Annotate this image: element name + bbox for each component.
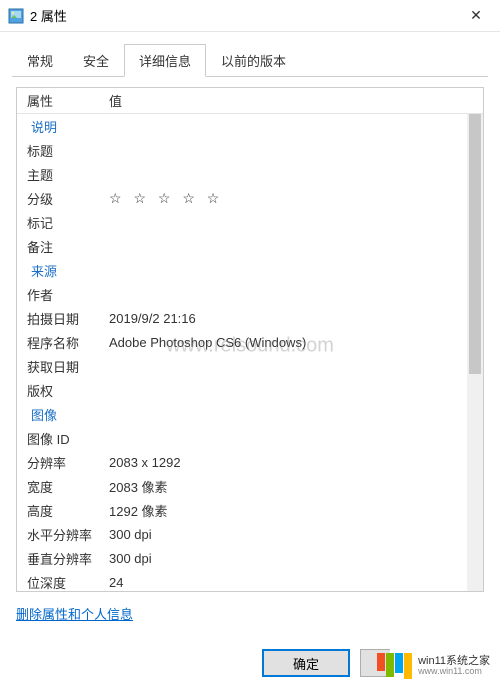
- brand-subtitle: www.win11.com: [418, 667, 490, 677]
- scrollbar-thumb[interactable]: [469, 114, 481, 374]
- row-height[interactable]: 高度 1292 像素: [17, 498, 467, 522]
- grid-body: 说明 标题 主题 分级 ☆ ☆ ☆ ☆ ☆ 标记 备注 来源 作者 拍摄日期: [17, 114, 483, 591]
- ok-button[interactable]: 确定: [262, 649, 350, 677]
- label-hres: 水平分辨率: [27, 525, 109, 544]
- row-rating[interactable]: 分级 ☆ ☆ ☆ ☆ ☆: [17, 186, 467, 210]
- tabs: 常规 安全 详细信息 以前的版本: [0, 32, 500, 77]
- label-dimensions: 分辨率: [27, 453, 109, 472]
- row-tags[interactable]: 标记: [17, 210, 467, 234]
- row-copyright[interactable]: 版权: [17, 378, 467, 402]
- value-height: 1292 像素: [109, 501, 168, 520]
- value-width: 2083 像素: [109, 477, 168, 496]
- row-date-acquired[interactable]: 获取日期: [17, 354, 467, 378]
- label-vres: 垂直分辨率: [27, 549, 109, 568]
- row-vertical-resolution[interactable]: 垂直分辨率 300 dpi: [17, 546, 467, 570]
- row-bit-depth[interactable]: 位深度 24: [17, 570, 467, 591]
- tab-general[interactable]: 常规: [12, 44, 68, 77]
- link-row: 删除属性和个人信息: [16, 604, 484, 623]
- header-value[interactable]: 值: [109, 91, 483, 110]
- row-subject[interactable]: 主题: [17, 162, 467, 186]
- label-author: 作者: [27, 285, 109, 304]
- label-comments: 备注: [27, 237, 109, 256]
- value-rating[interactable]: ☆ ☆ ☆ ☆ ☆: [109, 190, 223, 207]
- row-program[interactable]: 程序名称 Adobe Photoshop CS6 (Windows): [17, 330, 467, 354]
- details-panel: 属性 值 说明 标题 主题 分级 ☆ ☆ ☆ ☆ ☆ 标记 备注 来源 作者: [16, 87, 484, 592]
- row-image-id[interactable]: 图像 ID: [17, 426, 467, 450]
- label-copyright: 版权: [27, 381, 109, 400]
- value-hres: 300 dpi: [109, 527, 152, 542]
- row-width[interactable]: 宽度 2083 像素: [17, 474, 467, 498]
- row-comments[interactable]: 备注: [17, 234, 467, 258]
- label-tags: 标记: [27, 213, 109, 232]
- row-title[interactable]: 标题: [17, 138, 467, 162]
- window-title: 2 属性: [30, 6, 456, 25]
- tab-previous-versions[interactable]: 以前的版本: [206, 44, 301, 77]
- label-rating: 分级: [27, 189, 109, 208]
- brand-overlay: win11系统之家 www.win11.com: [377, 653, 490, 679]
- value-dimensions: 2083 x 1292: [109, 455, 181, 470]
- remove-properties-link[interactable]: 删除属性和个人信息: [16, 607, 133, 622]
- label-program: 程序名称: [27, 333, 109, 352]
- label-width: 宽度: [27, 477, 109, 496]
- row-dimensions[interactable]: 分辨率 2083 x 1292: [17, 450, 467, 474]
- row-author[interactable]: 作者: [17, 282, 467, 306]
- value-date-taken: 2019/9/2 21:16: [109, 311, 196, 326]
- label-image-id: 图像 ID: [27, 429, 109, 448]
- section-origin: 来源: [17, 258, 467, 282]
- header-property[interactable]: 属性: [17, 91, 109, 110]
- label-date-acquired: 获取日期: [27, 357, 109, 376]
- label-title: 标题: [27, 141, 109, 160]
- label-date-taken: 拍摄日期: [27, 309, 109, 328]
- brand-text: win11系统之家 www.win11.com: [418, 655, 490, 677]
- label-bitdepth: 位深度: [27, 573, 109, 592]
- tab-divider: [12, 76, 488, 77]
- grid-header: 属性 值: [17, 88, 483, 114]
- titlebar: 2 属性 ✕: [0, 0, 500, 32]
- section-description: 说明: [17, 114, 467, 138]
- row-horizontal-resolution[interactable]: 水平分辨率 300 dpi: [17, 522, 467, 546]
- value-program: Adobe Photoshop CS6 (Windows): [109, 335, 306, 350]
- app-icon: [8, 8, 24, 24]
- close-icon[interactable]: ✕: [456, 7, 496, 24]
- row-date-taken[interactable]: 拍摄日期 2019/9/2 21:16: [17, 306, 467, 330]
- label-subject: 主题: [27, 165, 109, 184]
- value-vres: 300 dpi: [109, 551, 152, 566]
- label-height: 高度: [27, 501, 109, 520]
- brand-logo-icon: [377, 653, 412, 679]
- tab-security[interactable]: 安全: [68, 44, 124, 77]
- section-image: 图像: [17, 402, 467, 426]
- vertical-scrollbar[interactable]: [467, 114, 483, 591]
- value-bitdepth: 24: [109, 575, 123, 590]
- tab-details[interactable]: 详细信息: [124, 44, 206, 77]
